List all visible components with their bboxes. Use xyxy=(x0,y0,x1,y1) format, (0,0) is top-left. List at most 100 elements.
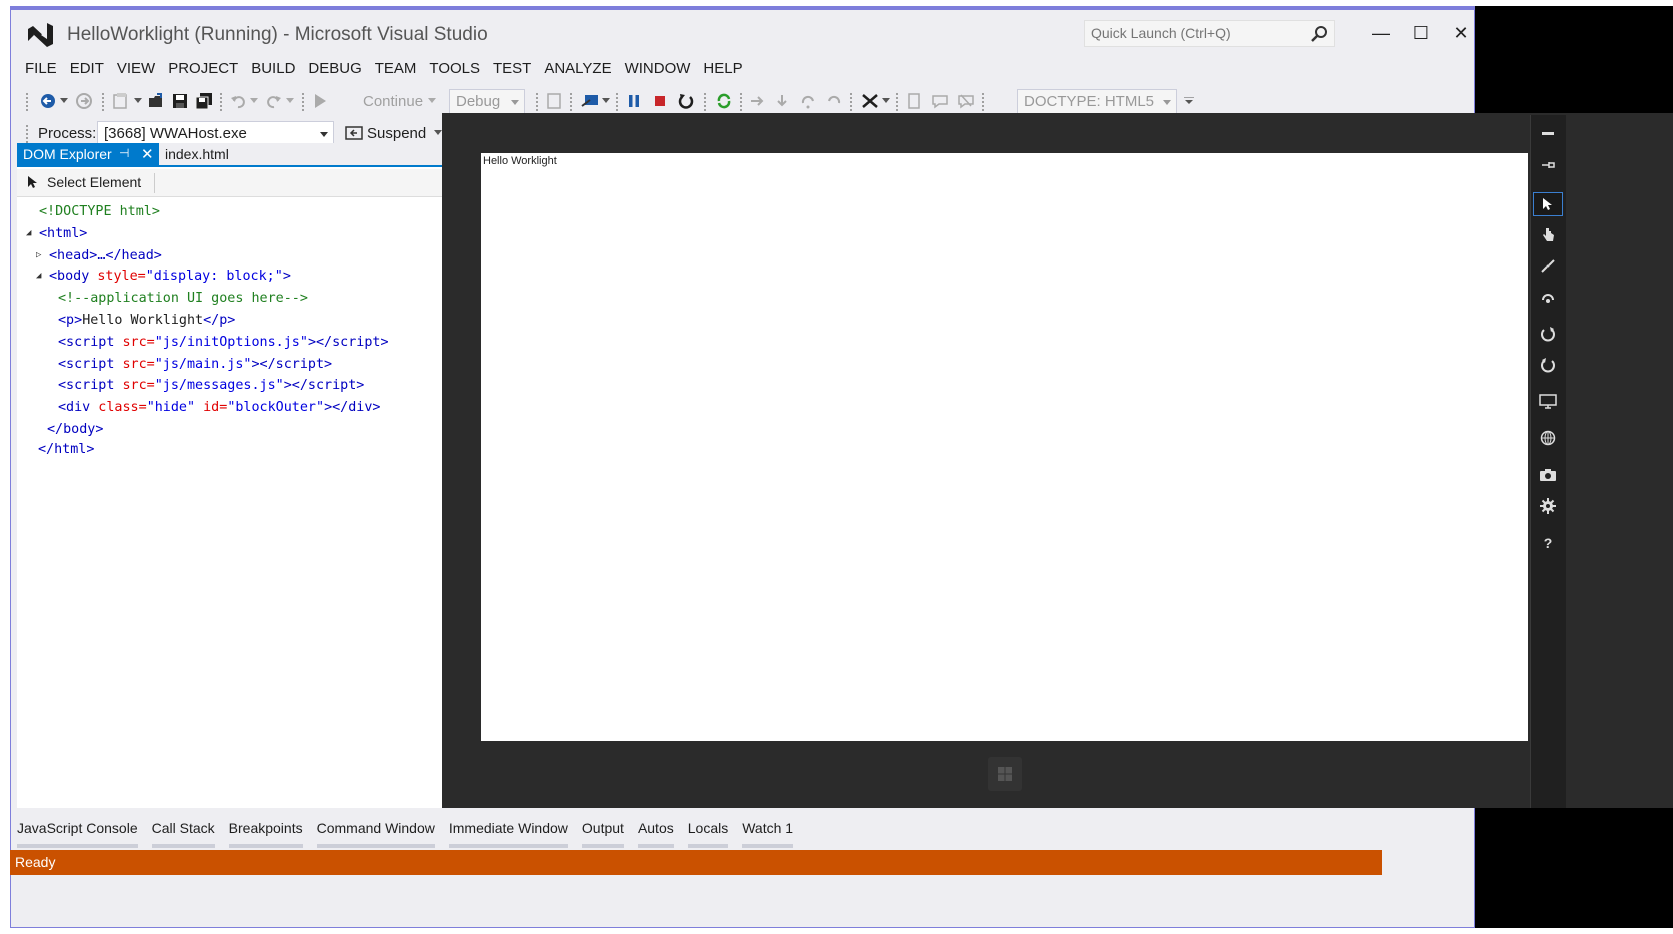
tab-watch-1[interactable]: Watch 1 xyxy=(735,816,800,848)
mouse-mode-icon[interactable] xyxy=(1533,192,1563,216)
dropdown-arrow-icon[interactable] xyxy=(285,90,295,112)
tab-output[interactable]: Output xyxy=(575,816,631,848)
uncomment-icon[interactable] xyxy=(955,90,977,112)
expanded-triangle-icon[interactable]: ◢ xyxy=(26,223,31,245)
touch-mode-icon[interactable] xyxy=(1533,222,1563,246)
refresh-windows-app-icon[interactable] xyxy=(713,90,735,112)
tab-javascript-console[interactable]: JavaScript Console xyxy=(10,816,145,848)
undo-icon[interactable] xyxy=(227,90,249,112)
settings-gear-icon[interactable] xyxy=(1533,494,1563,518)
minimize-button[interactable]: — xyxy=(1365,20,1397,46)
toolbar-overflow-icon[interactable] xyxy=(1183,90,1195,112)
menu-file[interactable]: FILE xyxy=(23,58,70,82)
save-icon[interactable] xyxy=(169,90,191,112)
screenshot-camera-icon[interactable] xyxy=(1533,463,1563,487)
tab-command-window[interactable]: Command Window xyxy=(310,816,442,848)
comment-icon[interactable] xyxy=(929,90,951,112)
tab-immediate-window[interactable]: Immediate Window xyxy=(442,816,575,848)
dropdown-arrow-icon[interactable] xyxy=(601,90,611,112)
open-file-icon[interactable] xyxy=(145,90,167,112)
tree-node-script-main[interactable]: <script src="js/main.js"></script> xyxy=(17,354,442,376)
stop-icon[interactable] xyxy=(649,90,671,112)
dropdown-arrow-icon[interactable] xyxy=(427,90,437,112)
continue-label[interactable]: Continue xyxy=(363,93,423,110)
suspend-icon[interactable] xyxy=(343,122,365,144)
expanded-triangle-icon[interactable]: ◢ xyxy=(36,266,41,288)
attach-icon[interactable] xyxy=(543,90,565,112)
tree-node-doctype[interactable]: <!DOCTYPE html> xyxy=(17,201,442,223)
suspend-label[interactable]: Suspend xyxy=(367,125,426,142)
menu-tools[interactable]: TOOLS xyxy=(429,58,493,82)
document-outline-icon[interactable] xyxy=(903,90,925,112)
continue-play-icon[interactable] xyxy=(309,90,331,112)
windows-start-button[interactable] xyxy=(988,757,1022,791)
menu-build[interactable]: BUILD xyxy=(251,58,308,82)
rotate-clockwise-icon[interactable] xyxy=(1533,322,1563,346)
quick-launch-box[interactable] xyxy=(1084,20,1335,47)
tree-node-html[interactable]: ◢ <html> xyxy=(17,223,442,245)
save-all-icon[interactable] xyxy=(193,90,215,112)
pause-icon[interactable] xyxy=(623,90,645,112)
tree-node-comment[interactable]: <!--application UI goes here--> xyxy=(17,288,442,310)
tree-node-script-initoptions[interactable]: <script src="js/initOptions.js"></script… xyxy=(17,332,442,354)
quick-launch-input[interactable] xyxy=(1085,21,1300,45)
pin-icon[interactable]: ⊣ xyxy=(119,146,129,160)
menu-edit[interactable]: EDIT xyxy=(70,58,117,82)
menu-help[interactable]: HELP xyxy=(703,58,755,82)
maximize-button[interactable]: ☐ xyxy=(1405,20,1437,46)
dropdown-arrow-icon[interactable] xyxy=(249,90,259,112)
doctype-dropdown[interactable]: DOCTYPE: HTML5 xyxy=(1017,89,1177,115)
tree-node-body-close[interactable]: </body> xyxy=(17,419,442,439)
tab-autos[interactable]: Autos xyxy=(631,816,681,848)
tree-node-head[interactable]: ▷ <head>…</head> xyxy=(17,245,442,267)
collapsed-triangle-icon[interactable]: ▷ xyxy=(36,245,41,267)
tab-locals[interactable]: Locals xyxy=(681,816,735,848)
menu-team[interactable]: TEAM xyxy=(375,58,430,82)
tree-node-div-blockouter[interactable]: <div class="hide" id="blockOuter"></div> xyxy=(17,397,442,419)
menu-view[interactable]: VIEW xyxy=(117,58,168,82)
menu-test[interactable]: TEST xyxy=(493,58,544,82)
select-element-button[interactable]: Select Element xyxy=(27,174,141,190)
navigate-forward-icon[interactable] xyxy=(73,90,95,112)
minimize-simulator-icon[interactable] xyxy=(1533,122,1563,146)
tree-node-p[interactable]: <p>Hello Worklight</p> xyxy=(17,310,442,332)
pin-simulator-icon[interactable] xyxy=(1533,153,1563,177)
toolbar-grip[interactable] xyxy=(25,124,29,144)
tab-call-stack[interactable]: Call Stack xyxy=(145,816,222,848)
tab-dom-explorer[interactable]: DOM Explorer ⊣ ✕ xyxy=(17,143,159,165)
step-into-icon[interactable] xyxy=(771,90,793,112)
menu-window[interactable]: WINDOW xyxy=(625,58,704,82)
menu-debug[interactable]: DEBUG xyxy=(308,58,374,82)
dropdown-arrow-icon[interactable] xyxy=(881,90,891,112)
dropdown-arrow-icon[interactable] xyxy=(133,90,143,112)
rotate-counterclockwise-icon[interactable] xyxy=(1533,353,1563,377)
tree-node-script-messages[interactable]: <script src="js/messages.js"></script> xyxy=(17,375,442,397)
rotation-touch-icon[interactable] xyxy=(1533,285,1563,309)
search-icon[interactable] xyxy=(1310,25,1328,43)
show-next-statement-icon[interactable] xyxy=(747,90,769,112)
break-on-exceptions-icon[interactable] xyxy=(859,90,881,112)
dropdown-arrow-icon[interactable] xyxy=(59,90,69,112)
navigate-back-icon[interactable] xyxy=(37,90,59,112)
tab-breakpoints[interactable]: Breakpoints xyxy=(222,816,310,848)
new-project-icon[interactable] xyxy=(109,90,131,112)
step-over-icon[interactable] xyxy=(797,90,819,112)
browse-link-icon[interactable] xyxy=(579,90,601,112)
close-tab-icon[interactable]: ✕ xyxy=(141,145,154,163)
menu-project[interactable]: PROJECT xyxy=(168,58,251,82)
toolbar-grip[interactable] xyxy=(25,92,29,112)
step-out-icon[interactable] xyxy=(823,90,845,112)
solution-configuration-dropdown[interactable]: Debug xyxy=(449,89,525,115)
close-button[interactable]: ✕ xyxy=(1445,20,1477,46)
redo-icon[interactable] xyxy=(263,90,285,112)
simulator-screen[interactable]: Hello Worklight xyxy=(481,153,1528,741)
pinch-zoom-icon[interactable] xyxy=(1533,254,1563,278)
set-location-icon[interactable] xyxy=(1533,426,1563,450)
tree-node-body[interactable]: ◢ <body style="display: block;"> xyxy=(17,266,442,288)
menu-analyze[interactable]: ANALYZE xyxy=(544,58,624,82)
change-resolution-icon[interactable] xyxy=(1533,389,1563,413)
restart-icon[interactable] xyxy=(675,90,697,112)
tree-node-html-close[interactable]: </html> xyxy=(17,439,442,459)
tab-index-html[interactable]: index.html xyxy=(165,146,229,162)
help-icon[interactable]: ? xyxy=(1533,531,1563,555)
